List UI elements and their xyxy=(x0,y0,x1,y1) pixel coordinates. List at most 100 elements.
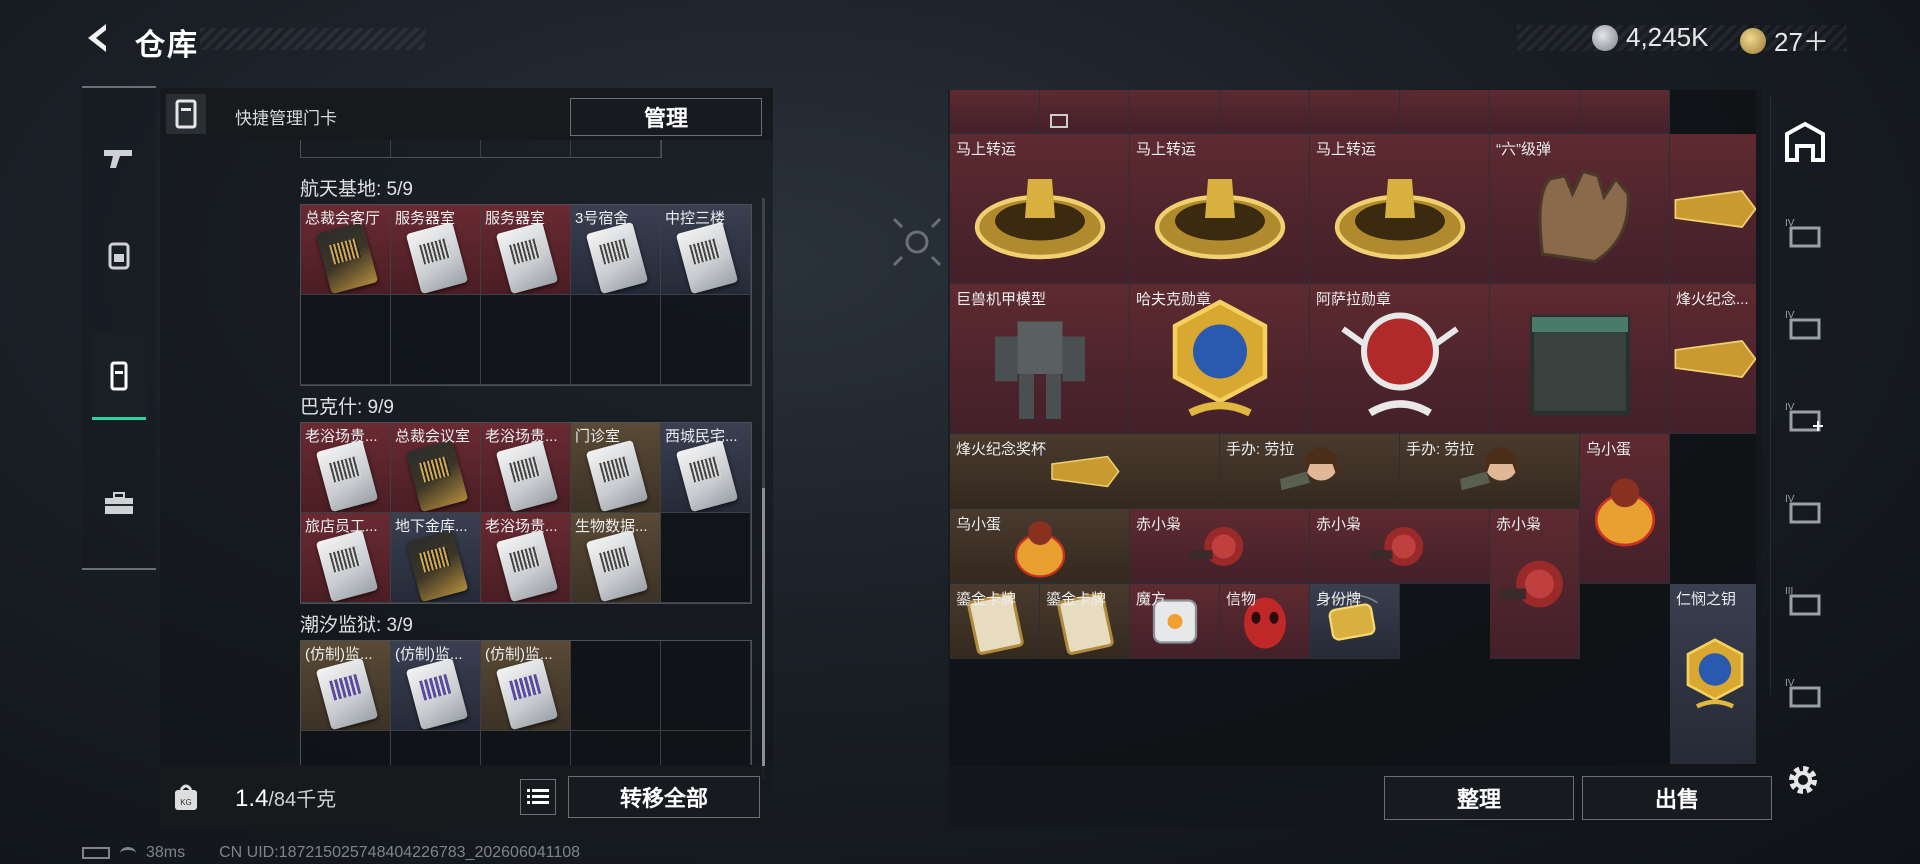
stash-item[interactable]: 赤小枭 xyxy=(1490,508,1580,659)
partial-item[interactable] xyxy=(1130,90,1220,134)
keycard-slot[interactable]: 总裁会议室 xyxy=(391,423,481,513)
stash-item[interactable]: 鎏金卡牌 xyxy=(1040,583,1130,659)
nav-toolbox[interactable] xyxy=(92,468,146,538)
keycard-slot[interactable]: (仿制)监... xyxy=(301,641,391,731)
keycard-list[interactable]: 航天基地: 5/9 总裁会客厅 服务器室 服务器室 3号宿舍 中控三楼 巴克什: 9/9… xyxy=(160,140,773,765)
currency-gold[interactable]: 27＋ xyxy=(1740,22,1829,59)
keycard-slot[interactable]: 西城民宅... xyxy=(661,423,751,513)
keycard-slot[interactable]: 总裁会客厅 xyxy=(301,205,391,295)
keycard-label: 地下金库... xyxy=(395,518,468,535)
stash-item[interactable]: 手办: 劳拉 xyxy=(1220,433,1400,509)
sell-button[interactable]: 出售 xyxy=(1582,776,1772,820)
empty-keycard-slot[interactable] xyxy=(661,731,751,765)
empty-keycard-slot[interactable] xyxy=(571,295,661,385)
sort-button[interactable]: 整理 xyxy=(1384,776,1574,820)
item-label: 仁悯之钥 xyxy=(1676,591,1737,608)
trophy-item[interactable]: 烽火纪念... xyxy=(1670,284,1756,434)
stash-grid[interactable]: 马上转运 马上转运 马上转运 “六”级弹 巨兽机甲模型 哈夫克勋章 阿萨拉勋章 烽火纪念奖杯 手… xyxy=(950,90,1756,766)
empty-keycard-slot[interactable] xyxy=(481,731,571,765)
keycard-slot[interactable]: 3号宿舍 xyxy=(571,205,661,295)
stash-item[interactable]: 鎏金卡牌 xyxy=(950,583,1040,659)
transfer-all-button[interactable]: 转移全部 xyxy=(568,776,760,818)
keycard-label: 总裁会客厅 xyxy=(305,210,381,227)
partial-item[interactable] xyxy=(1580,90,1670,134)
key-item[interactable]: 仁悯之钥 xyxy=(1670,584,1756,764)
stash-tab-all[interactable] xyxy=(1783,120,1827,164)
keycard-slot[interactable]: (仿制)监... xyxy=(391,641,481,731)
scrollbar-thumb[interactable] xyxy=(762,488,765,778)
empty-keycard-slot[interactable] xyxy=(661,513,751,603)
silver-coin-icon xyxy=(1592,24,1618,51)
crate-item[interactable] xyxy=(1490,284,1670,434)
nav-armor[interactable] xyxy=(92,220,146,290)
stash-item[interactable]: 身份牌 xyxy=(1310,583,1400,659)
nav-keycards[interactable] xyxy=(92,334,146,420)
stash-tab-5[interactable]: III xyxy=(1783,580,1827,624)
stash-item[interactable]: 手办: 劳拉 xyxy=(1400,433,1580,509)
keycard-slot[interactable]: 门诊室 xyxy=(571,423,661,513)
empty-keycard-slot[interactable] xyxy=(661,295,751,385)
list-view-button[interactable] xyxy=(520,779,556,815)
keycard-icon xyxy=(315,657,379,730)
stash-item[interactable]: 烽火纪念奖杯 xyxy=(950,433,1220,509)
keycard-slot[interactable]: 中控三楼 xyxy=(661,205,751,295)
stash-tab-4[interactable]: IV xyxy=(1783,488,1827,532)
empty-keycard-slot[interactable] xyxy=(571,731,661,765)
item-label: 巨兽机甲模型 xyxy=(956,290,1047,308)
keycard-slot[interactable]: 地下金库... xyxy=(391,513,481,603)
stash-item[interactable]: 赤小枭 xyxy=(1130,508,1310,584)
partial-item[interactable] xyxy=(1220,90,1310,134)
keycard-slot[interactable]: 生物数据... xyxy=(571,513,661,603)
toolbox-icon xyxy=(105,492,133,514)
stash-item[interactable]: 马上转运 xyxy=(1310,134,1490,284)
nav-weapons[interactable] xyxy=(92,122,146,192)
settings-gear-icon[interactable] xyxy=(1785,762,1821,798)
manage-button[interactable]: 管理 xyxy=(570,98,762,136)
item-label: 魔方 xyxy=(1136,590,1167,608)
keycard-slot[interactable]: 老浴场贵... xyxy=(481,513,571,603)
empty-keycard-slot[interactable] xyxy=(301,295,391,385)
empty-keycard-slot[interactable] xyxy=(661,641,751,731)
empty-keycard-slot[interactable] xyxy=(571,641,661,731)
keycard-grid-space-base: 总裁会客厅 服务器室 服务器室 3号宿舍 中控三楼 xyxy=(300,204,752,386)
stash-item[interactable]: 赤小枭 xyxy=(1310,508,1490,584)
partial-item[interactable] xyxy=(1310,90,1400,134)
partial-item[interactable] xyxy=(950,90,1040,134)
keycard-slot[interactable]: 旅店员工... xyxy=(301,513,391,603)
keycard-slot[interactable]: 服务器室 xyxy=(391,205,481,295)
keycard-icon xyxy=(675,439,739,512)
ping-text: 38ms xyxy=(146,844,186,861)
stash-tab-6[interactable]: IV xyxy=(1783,672,1827,716)
keycard-slot[interactable]: 老浴场贵... xyxy=(481,423,571,513)
item-label: 马上转运 xyxy=(1316,141,1377,158)
keycard-slot[interactable]: 服务器室 xyxy=(481,205,571,295)
backpack-icon xyxy=(108,242,130,270)
stash-item[interactable]: 魔方 xyxy=(1130,583,1220,659)
stash-item[interactable]: 哈夫克勋章 xyxy=(1130,283,1310,434)
stash-item[interactable]: 信物 xyxy=(1220,583,1310,659)
stash-item[interactable]: “六”级弹 xyxy=(1490,134,1670,284)
empty-keycard-slot[interactable] xyxy=(301,731,391,765)
back-arrow-icon[interactable] xyxy=(80,20,116,56)
empty-keycard-slot[interactable] xyxy=(391,295,481,385)
keycard-slot[interactable]: 老浴场贵... xyxy=(301,423,391,513)
stash-tab-3[interactable]: IV xyxy=(1783,396,1827,440)
empty-keycard-slot[interactable] xyxy=(481,295,571,385)
item-label: 手办: 劳拉 xyxy=(1226,440,1295,458)
stash-item[interactable]: 乌小蛋 xyxy=(1580,433,1670,584)
stash-item[interactable]: 阿萨拉勋章 xyxy=(1310,283,1490,434)
partial-item[interactable] xyxy=(1400,90,1490,134)
stash-item[interactable]: 乌小蛋 xyxy=(950,508,1130,584)
currency-silver[interactable]: 4,245K xyxy=(1592,22,1708,53)
stash-item[interactable]: 马上转运 xyxy=(950,134,1130,284)
stash-item[interactable]: 马上转运 xyxy=(1130,134,1310,284)
partial-item[interactable] xyxy=(1040,90,1130,134)
stash-tab-2[interactable]: IV xyxy=(1783,304,1827,348)
trophy-item[interactable] xyxy=(1670,134,1756,284)
keycard-icon xyxy=(675,221,739,294)
stash-item[interactable]: 巨兽机甲模型 xyxy=(950,283,1130,434)
empty-keycard-slot[interactable] xyxy=(391,731,481,765)
keycard-slot[interactable]: (仿制)监... xyxy=(481,641,571,731)
partial-item[interactable] xyxy=(1490,90,1580,134)
stash-tab-1[interactable]: IV xyxy=(1783,212,1827,256)
